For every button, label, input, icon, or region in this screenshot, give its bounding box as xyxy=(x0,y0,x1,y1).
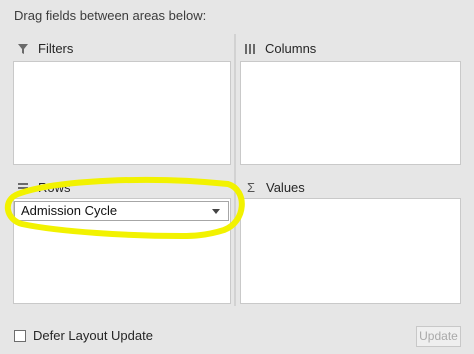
columns-header: Columns xyxy=(243,41,316,56)
update-button[interactable]: Update xyxy=(416,326,461,347)
values-label: Values xyxy=(266,180,305,195)
rows-icon xyxy=(16,181,30,195)
defer-layout-label[interactable]: Defer Layout Update xyxy=(33,328,153,343)
filters-header: Filters xyxy=(16,41,73,56)
rows-label: Rows xyxy=(38,180,71,195)
values-drop-area[interactable] xyxy=(240,198,461,304)
values-header: Σ Values xyxy=(244,180,305,195)
area-divider xyxy=(234,34,236,306)
rows-header: Rows xyxy=(16,180,71,195)
columns-label: Columns xyxy=(265,41,317,56)
instruction-text: Drag fields between areas below: xyxy=(14,8,207,23)
filters-drop-area[interactable] xyxy=(13,61,231,165)
filter-icon xyxy=(16,42,30,56)
field-label: Admission Cycle xyxy=(21,203,118,218)
dropdown-caret-icon[interactable] xyxy=(212,209,220,214)
defer-layout-checkbox[interactable] xyxy=(14,330,26,342)
filters-label: Filters xyxy=(38,41,74,56)
rows-field-admission-cycle[interactable]: Admission Cycle xyxy=(14,201,229,221)
sigma-icon: Σ xyxy=(246,180,256,195)
columns-drop-area[interactable] xyxy=(240,61,461,165)
columns-icon xyxy=(243,42,257,56)
